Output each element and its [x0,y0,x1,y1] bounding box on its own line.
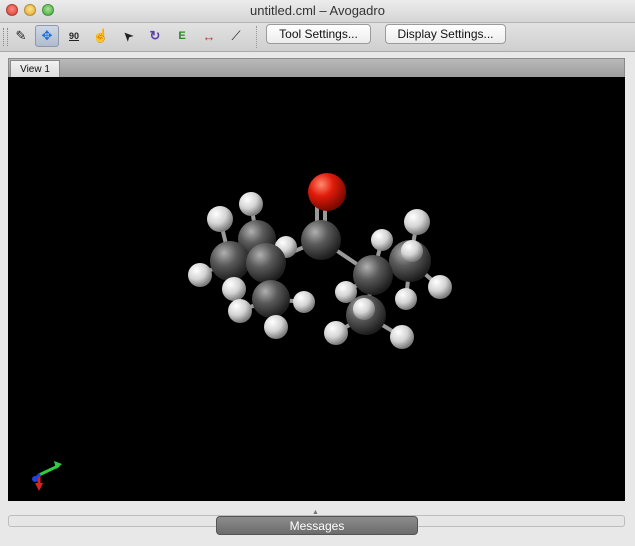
hydrogen-atom [404,209,430,235]
hydrogen-atom [222,277,246,301]
display-settings-button[interactable]: Display Settings... [385,24,506,44]
carbon-atom [353,255,393,295]
auto-optimize-tool-icon[interactable]: E [170,25,194,47]
toolbar-grip[interactable] [3,28,8,46]
hydrogen-atom [207,206,233,232]
carbon-atom [246,243,286,283]
measure-tool-icon[interactable]: ↔ [197,25,221,47]
main-toolbar: ✎ ✥ 90 ☝ ➤ ↻ E ↔ ⟋ Tool Settings... Disp… [0,23,635,52]
select-tool-icon[interactable]: ➤ [112,20,145,53]
molecule-render [32,173,452,491]
hydrogen-atom [353,298,375,320]
axes-icon [32,461,62,491]
toolbar-separator [256,26,257,48]
bond-centric-tool-icon[interactable]: 90 [62,25,86,47]
auto-rotate-tool-icon[interactable]: ↻ [143,25,167,47]
hydrogen-atom [324,321,348,345]
messages-toggle-button[interactable]: Messages [216,516,418,535]
hydrogen-atom [371,229,393,251]
draw-tool-icon[interactable]: ✎ [9,25,33,47]
view-tab-bar: View 1 [8,58,625,78]
oxygen-atom [308,173,346,211]
tab-view-1[interactable]: View 1 [10,60,60,77]
hydrogen-atom [395,288,417,310]
window-title: untitled.cml – Avogadro [250,3,385,18]
carbon-atom [210,241,250,281]
title-bar: untitled.cml – Avogadro [0,0,635,23]
atoms [188,173,452,349]
align-tool-icon[interactable]: ⟋ [224,25,248,47]
hydrogen-atom [390,325,414,349]
hydrogen-atom [228,299,252,323]
manipulate-tool-icon[interactable]: ☝ [89,25,113,47]
hydrogen-atom [428,275,452,299]
molecule-viewport[interactable] [8,77,625,501]
hydrogen-atom [264,315,288,339]
hydrogen-atom [401,240,423,262]
hydrogen-atom [293,291,315,313]
carbon-atom [252,280,290,318]
tool-settings-button[interactable]: Tool Settings... [266,24,371,44]
hydrogen-atom [188,263,212,287]
carbon-atom [301,220,341,260]
navigate-tool-icon[interactable]: ✥ [35,25,59,47]
hydrogen-atom [239,192,263,216]
